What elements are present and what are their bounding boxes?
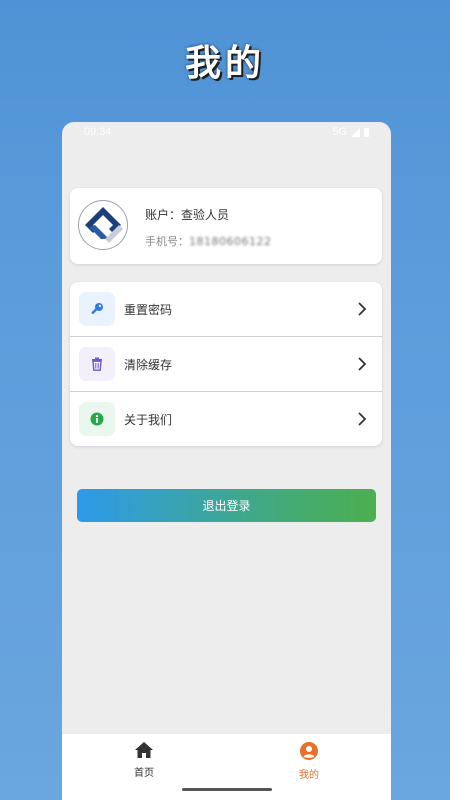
menu-item-reset-password[interactable]: 重置密码 bbox=[70, 282, 382, 336]
tab-mine[interactable]: 我的 bbox=[269, 742, 349, 781]
logout-button[interactable]: 退出登录 bbox=[77, 489, 376, 522]
network-type: 5G bbox=[332, 126, 347, 138]
trash-icon bbox=[92, 357, 102, 371]
account-value: 查验人员 bbox=[181, 208, 230, 222]
key-icon bbox=[91, 303, 103, 315]
menu-item-about-us[interactable]: 关于我们 bbox=[70, 391, 382, 446]
phone-value: 18180606122 bbox=[189, 235, 272, 248]
trash-icon-box bbox=[79, 347, 115, 381]
key-icon-box bbox=[79, 292, 115, 326]
user-icon bbox=[300, 742, 318, 760]
menu-item-clear-cache[interactable]: 清除缓存 bbox=[70, 336, 382, 391]
company-logo-icon bbox=[85, 207, 123, 243]
tab-label: 首页 bbox=[134, 768, 154, 779]
battery-icon bbox=[364, 127, 369, 137]
page-heading: 我的 bbox=[184, 43, 265, 84]
tab-label: 我的 bbox=[299, 770, 319, 781]
account-label: 账户： bbox=[145, 208, 182, 222]
phone-label: 手机号： bbox=[145, 235, 189, 248]
chevron-right-icon bbox=[358, 302, 367, 316]
chevron-right-icon bbox=[358, 357, 367, 371]
chevron-right-icon bbox=[358, 412, 367, 426]
account-line: 账户：查验人员 bbox=[145, 206, 229, 223]
profile-card[interactable]: 账户：查验人员 手机号：18180606122 bbox=[70, 188, 382, 264]
menu-label: 重置密码 bbox=[124, 302, 173, 317]
info-icon-box bbox=[79, 402, 115, 436]
menu-label: 清除缓存 bbox=[124, 357, 173, 372]
home-indicator bbox=[182, 788, 272, 791]
home-icon bbox=[135, 742, 153, 758]
menu-card: 重置密码 清除缓存 关于我们 bbox=[70, 282, 382, 446]
menu-label: 关于我们 bbox=[124, 412, 173, 427]
info-icon bbox=[90, 412, 104, 426]
signal-icon bbox=[351, 127, 360, 137]
tab-home[interactable]: 首页 bbox=[104, 742, 184, 779]
phone-line: 手机号：18180606122 bbox=[145, 233, 271, 249]
status-time: 09:34 bbox=[84, 126, 112, 138]
status-bar: 09:34 5G bbox=[62, 122, 391, 142]
phone-screen: 09:34 5G 账户：查验人员 手机号：18180606122 重置密码 清除… bbox=[62, 122, 391, 800]
tab-bar: 首页 我的 bbox=[62, 734, 391, 800]
avatar[interactable] bbox=[78, 200, 128, 250]
